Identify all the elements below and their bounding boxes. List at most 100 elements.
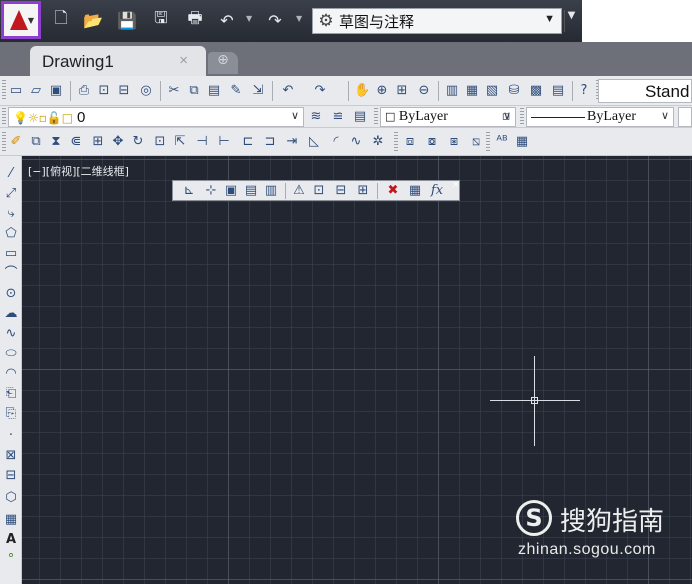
toolbar-grip[interactable] xyxy=(394,132,398,152)
properties-icon[interactable]: ▥ xyxy=(444,83,460,99)
field-icon[interactable]: ▦ xyxy=(407,183,423,199)
rotate-icon[interactable]: ↻ xyxy=(130,134,146,150)
table-icon[interactable]: ▦ xyxy=(3,512,19,528)
pan-icon[interactable]: ✋ xyxy=(354,83,370,99)
markup-icon[interactable]: ▩ xyxy=(528,83,544,99)
3d-print-icon[interactable]: ◎ xyxy=(138,83,154,99)
toolbar-grip[interactable] xyxy=(374,108,378,126)
block-edit-icon[interactable]: ⊟ xyxy=(333,183,349,199)
save-icon[interactable]: ▣ xyxy=(48,83,64,99)
zoom-previous-icon[interactable]: ⊖ xyxy=(416,83,432,99)
revision-cloud-icon[interactable]: ☁ xyxy=(3,306,19,322)
layer-previous-icon[interactable]: ≌ xyxy=(330,109,346,125)
layer-selector[interactable]: 💡☼▫🔓□ 0 ∨ xyxy=(8,107,304,127)
polygon-icon[interactable]: ⬠ xyxy=(3,226,19,242)
break-at-point-icon[interactable]: ⊏ xyxy=(240,134,256,150)
hatch-above-icon[interactable]: ▦ xyxy=(514,134,530,150)
attribute-sync-icon[interactable]: ▥ xyxy=(263,183,279,199)
save-as-icon[interactable]: 🖫 xyxy=(148,8,174,32)
toolbar-grip[interactable] xyxy=(2,108,6,126)
text-style-selector[interactable]: Stand xyxy=(598,79,692,103)
offset-icon[interactable]: ⋐ xyxy=(68,134,84,150)
block-save-icon[interactable]: ⊞ xyxy=(355,183,371,199)
redo-dropdown-icon[interactable]: ▼ xyxy=(296,14,302,23)
stretch-icon[interactable]: ⇱ xyxy=(172,134,188,150)
draw-order-front-icon[interactable]: ⧈ xyxy=(402,134,418,150)
line-icon[interactable]: ⁄ xyxy=(3,166,19,182)
help-icon[interactable]: ? xyxy=(576,83,592,99)
zoom-window-icon[interactable]: ⊞ xyxy=(394,83,410,99)
calculator-icon[interactable]: ▤ xyxy=(550,83,566,99)
construction-line-icon[interactable]: ⤢ xyxy=(3,186,19,202)
block-define-icon[interactable]: ⚠ xyxy=(291,183,307,199)
blend-curves-icon[interactable]: ∿ xyxy=(348,134,364,150)
chamfer-icon[interactable]: ◺ xyxy=(306,134,322,150)
open-icon[interactable]: ▱ xyxy=(28,83,44,99)
fx-icon[interactable]: fx xyxy=(429,183,445,199)
color-picker-icon[interactable]: ▫ xyxy=(498,109,514,125)
layer-properties-icon[interactable]: ▤ xyxy=(352,109,368,125)
trim-icon[interactable]: ⊣ xyxy=(194,134,210,150)
fillet-icon[interactable]: ◜ xyxy=(328,134,344,150)
copy-icon[interactable]: ⧉ xyxy=(186,83,202,99)
mirror-icon[interactable]: ⧗ xyxy=(48,134,64,150)
add-selected-icon[interactable]: ° xyxy=(3,552,19,568)
ellipse-arc-icon[interactable]: ◠ xyxy=(3,366,19,382)
new-tab-button[interactable]: ⊕ xyxy=(208,52,238,74)
ellipse-icon[interactable]: ⬭ xyxy=(3,346,19,362)
extend-icon[interactable]: ⊢ xyxy=(216,134,232,150)
multiline-text-icon[interactable]: A xyxy=(3,532,19,548)
toolbar-grip[interactable] xyxy=(2,80,6,100)
sheet-set-icon[interactable]: ⛁ xyxy=(506,83,522,99)
rectangle-icon[interactable]: ▭ xyxy=(3,246,19,262)
match-properties-icon[interactable]: ✎ xyxy=(228,83,244,99)
viewport-controls[interactable]: [−][俯视][二维线框] xyxy=(28,163,129,179)
application-menu-button[interactable]: ▼ xyxy=(1,1,41,39)
hatch-icon[interactable]: ⊠ xyxy=(3,448,19,464)
attribute-manager-icon[interactable]: ▤ xyxy=(243,183,259,199)
quick-dimension-icon[interactable]: ⊾ xyxy=(181,183,197,199)
tool-palettes-icon[interactable]: ▧ xyxy=(484,83,500,99)
attribute-edit-icon[interactable]: ▣ xyxy=(223,183,239,199)
linetype-selector[interactable]: ByLayer ∨ xyxy=(526,107,674,127)
draw-order-back-icon[interactable]: ⧇ xyxy=(424,134,440,150)
arc-icon[interactable]: ⌒ xyxy=(3,266,19,282)
customize-quick-access-button[interactable]: ▼ xyxy=(564,10,578,32)
block-insert-icon[interactable]: ⊡ xyxy=(311,183,327,199)
join-icon[interactable]: ⇥ xyxy=(284,134,300,150)
draw-order-above-icon[interactable]: ⧆ xyxy=(446,134,462,150)
plot-icon[interactable]: 🖶 xyxy=(182,8,208,32)
redo-icon[interactable]: ↷ xyxy=(312,83,328,99)
design-center-icon[interactable]: ▦ xyxy=(464,83,480,99)
insert-block-icon[interactable]: ⎗ xyxy=(3,386,19,402)
close-tab-icon[interactable]: × xyxy=(179,52,188,69)
plot-icon[interactable]: ⎙ xyxy=(76,83,92,99)
new-icon[interactable]: ▭ xyxy=(8,83,24,99)
save-icon[interactable]: 💾 xyxy=(114,8,140,32)
draw-order-below-icon[interactable]: ⧅ xyxy=(468,134,484,150)
toolbar-grip[interactable] xyxy=(486,132,490,152)
make-block-icon[interactable]: ⎘ xyxy=(3,406,19,422)
new-icon[interactable]: 🗋 xyxy=(48,8,74,32)
color-selector[interactable]: □ ByLayer ∨ xyxy=(380,107,516,127)
zoom-realtime-icon[interactable]: ⊕ xyxy=(374,83,390,99)
open-icon[interactable]: 📂 xyxy=(80,8,106,32)
undo-icon[interactable]: ↶ xyxy=(214,8,240,32)
redo-icon[interactable]: ↷ xyxy=(262,8,288,32)
polyline-icon[interactable]: ⤷ xyxy=(3,206,19,222)
paste-icon[interactable]: ▤ xyxy=(206,83,222,99)
undo-icon[interactable]: ↶ xyxy=(280,83,296,99)
cut-icon[interactable]: ✂ xyxy=(166,83,182,99)
plot-preview-icon[interactable]: ⊡ xyxy=(96,83,112,99)
region-icon[interactable]: ⬡ xyxy=(3,490,19,506)
point-icon[interactable]: · xyxy=(3,428,19,444)
circle-icon[interactable]: ⊙ xyxy=(3,286,19,302)
block-editor-icon[interactable]: ⇲ xyxy=(250,83,266,99)
lineweight-selector[interactable] xyxy=(678,107,692,127)
spline-icon[interactable]: ∿ xyxy=(3,326,19,342)
workspace-selector[interactable]: ⚙ 草图与注释 ▼ xyxy=(312,8,562,34)
attribute-icon[interactable]: ⊹ xyxy=(203,183,219,199)
break-icon[interactable]: ⊐ xyxy=(262,134,278,150)
tab-drawing1[interactable]: Drawing1 × xyxy=(30,46,206,76)
array-icon[interactable]: ⊞ xyxy=(90,134,106,150)
